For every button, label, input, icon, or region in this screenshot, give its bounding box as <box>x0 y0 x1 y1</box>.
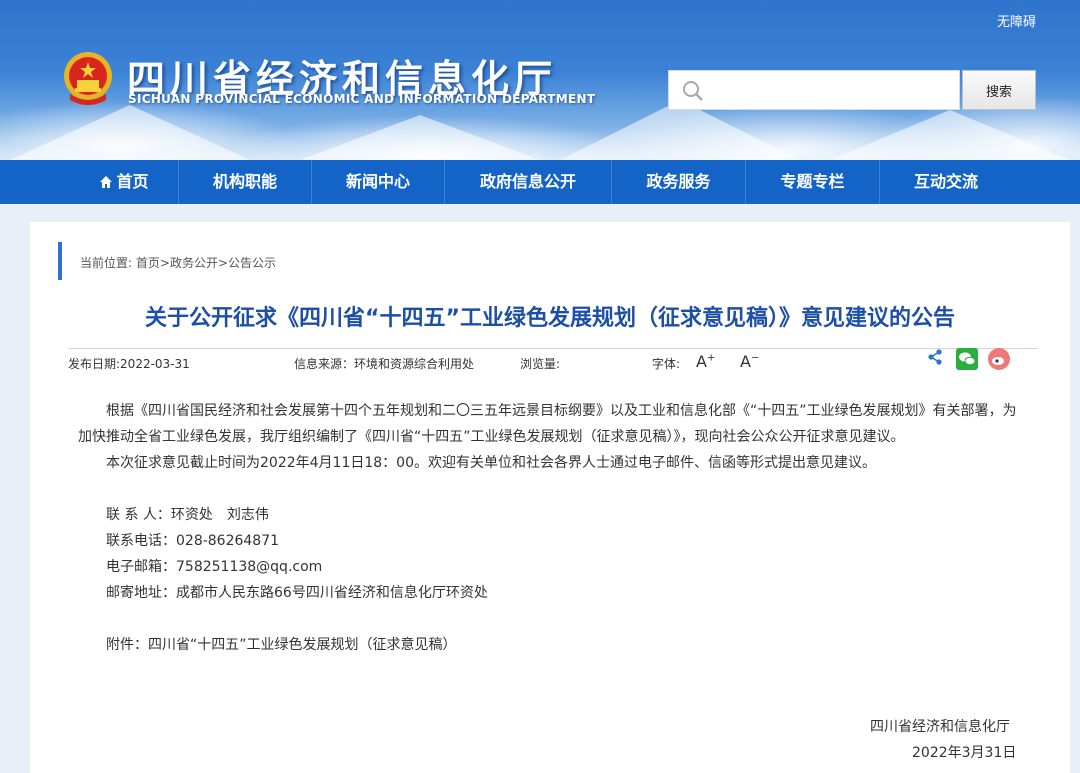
nav-item-label: 首页 <box>116 172 149 191</box>
weibo-icon[interactable] <box>988 348 1010 370</box>
font-decrease-button[interactable]: A− <box>740 352 759 371</box>
contact-address: 邮寄地址：成都市人民东路66号四川省经济和信息化厅环资处 <box>106 585 488 601</box>
breadcrumb-separator: > <box>159 256 170 270</box>
nav-item-news[interactable]: 新闻中心 <box>312 160 444 204</box>
contact-person: 联 系 人：环资处 刘志伟 <box>106 507 269 523</box>
home-icon <box>100 176 113 188</box>
nav-item-topics[interactable]: 专题专栏 <box>746 160 879 204</box>
font-increase-button[interactable]: A+ <box>696 352 715 371</box>
breadcrumb: 当前位置: 首页>政务公开>公告公示 <box>80 254 276 271</box>
article-title: 关于公开征求《四川省“十四五”工业绿色发展规划（征求意见稿）》意见建议的公告 <box>145 306 955 331</box>
article-card: 当前位置: 首页>政务公开>公告公示 关于公开征求《四川省“十四五”工业绿色发展… <box>30 222 1070 773</box>
nav-item-home[interactable]: 首页 <box>70 160 178 204</box>
breadcrumb-prefix: 当前位置: <box>80 256 136 270</box>
breadcrumb-home[interactable]: 首页 <box>136 256 160 270</box>
nav-item-gov-info[interactable]: 政府信息公开 <box>445 160 611 204</box>
view-count: 浏览量: <box>520 357 561 371</box>
meta-divider <box>68 348 1038 349</box>
search-button[interactable]: 搜索 <box>962 70 1036 110</box>
search-box <box>668 70 960 110</box>
search-icon <box>683 81 703 101</box>
info-source: 信息来源：环境和资源综合利用处 <box>294 357 475 371</box>
header-mountain <box>10 105 250 160</box>
publish-date: 发布日期:2022-03-31 <box>68 357 190 371</box>
signature-org: 四川省经济和信息化厅 <box>870 719 1010 735</box>
search-input[interactable] <box>713 77 953 103</box>
national-emblem-icon <box>64 52 112 105</box>
main-nav: 首页 机构职能 新闻中心 政府信息公开 政务服务 专题专栏 互动交流 <box>0 160 1080 204</box>
share-icon[interactable] <box>926 348 944 366</box>
article-paragraph: 本次征求意见截止时间为2022年4月11日18：00。欢迎有关单位和社会各界人士… <box>106 455 876 471</box>
breadcrumb-separator: > <box>217 256 229 270</box>
wechat-icon[interactable] <box>956 348 978 370</box>
nav-item-functions[interactable]: 机构职能 <box>179 160 311 204</box>
breadcrumb-gov-open[interactable]: 政务公开 <box>170 256 218 270</box>
font-size-label: 字体: <box>652 357 681 371</box>
header-mountain <box>300 115 540 160</box>
article-body: 根据《四川省国民经济和社会发展第十四个五年规划和二〇三五年远景目标纲要》以及工业… <box>78 398 1026 653</box>
article-paragraph: 根据《四川省国民经济和社会发展第十四个五年规划和二〇三五年远景目标纲要》以及工业… <box>78 403 1017 445</box>
site-header: 无障碍 四川省经济和信息化厅 SICHUAN PROVINCIAL ECONOM… <box>0 0 1080 160</box>
header-mountain <box>830 110 1070 160</box>
attachment-link[interactable]: 附件：四川省“十四五”工业绿色发展规划（征求意见稿） <box>106 632 457 658</box>
contact-email: 电子邮箱：758251138@qq.com <box>106 559 323 575</box>
contact-phone: 联系电话：028-86264871 <box>106 533 280 549</box>
font-decrease-label: A <box>740 352 751 371</box>
nav-item-interaction[interactable]: 互动交流 <box>880 160 1012 204</box>
nav-item-services[interactable]: 政务服务 <box>612 160 745 204</box>
font-increase-label: A <box>696 352 707 371</box>
accessibility-link[interactable]: 无障碍 <box>997 11 1036 30</box>
breadcrumb-announcements[interactable]: 公告公示 <box>228 256 276 270</box>
signature-date: 2022年3月31日 <box>912 745 1017 761</box>
site-subtitle: SICHUAN PROVINCIAL ECONOMIC AND INFORMAT… <box>128 92 596 106</box>
breadcrumb-accent-bar <box>58 242 62 280</box>
